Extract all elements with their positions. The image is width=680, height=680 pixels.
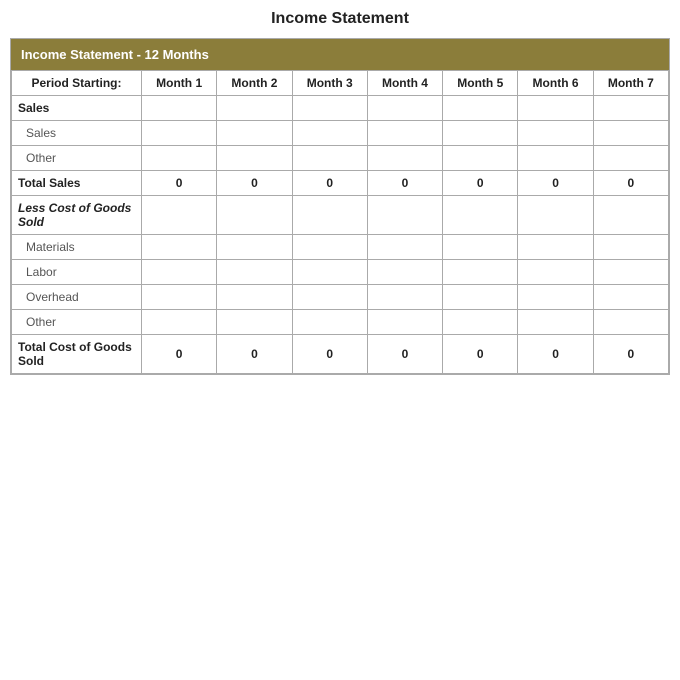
income-statement-container: Income Statement - 12 Months Period Star… [10,38,670,375]
other-sales-row-val-4 [367,146,442,171]
other-sales-row: Other [12,146,669,171]
sales-row-val-7 [593,121,668,146]
labor-row: Labor [12,260,669,285]
labor-row-val-6 [518,260,593,285]
statement-header: Income Statement - 12 Months [11,39,669,70]
labor-row-val-1 [142,260,217,285]
col-month-6: Month 6 [518,71,593,96]
sales-header-val-6 [518,96,593,121]
other-cogs-row: Other [12,310,669,335]
sales-row-val-3 [292,121,367,146]
col-month-2: Month 2 [217,71,292,96]
total-sales-row-val-2: 0 [217,171,292,196]
other-cogs-row-val-2 [217,310,292,335]
other-sales-row-val-2 [217,146,292,171]
sales-header-val-2 [217,96,292,121]
other-sales-row-val-1 [142,146,217,171]
total-cogs-row-val-5: 0 [443,335,518,374]
materials-row-val-2 [217,235,292,260]
overhead-row-val-6 [518,285,593,310]
materials-row-val-6 [518,235,593,260]
labor-row-val-3 [292,260,367,285]
materials-row-val-7 [593,235,668,260]
total-sales-row-val-6: 0 [518,171,593,196]
other-cogs-row-val-4 [367,310,442,335]
materials-row-val-4 [367,235,442,260]
sales-header: Sales [12,96,669,121]
total-cogs-row-val-6: 0 [518,335,593,374]
total-cogs-row: Total Cost of Goods Sold0000000 [12,335,669,374]
other-cogs-row-val-7 [593,310,668,335]
cogs-header: Less Cost of Goods Sold [12,196,669,235]
other-cogs-row-val-1 [142,310,217,335]
total-sales-row: Total Sales0000000 [12,171,669,196]
total-sales-row-val-1: 0 [142,171,217,196]
labor-row-val-2 [217,260,292,285]
col-month-4: Month 4 [367,71,442,96]
sales-header-val-3 [292,96,367,121]
other-sales-row-val-6 [518,146,593,171]
statement-header-label: Income Statement - 12 Months [21,47,209,62]
other-sales-row-val-7 [593,146,668,171]
cogs-header-val-3 [292,196,367,235]
overhead-row-val-2 [217,285,292,310]
cogs-header-val-6 [518,196,593,235]
overhead-row-val-7 [593,285,668,310]
sales-row: Sales [12,121,669,146]
total-sales-row-val-5: 0 [443,171,518,196]
col-month-7: Month 7 [593,71,668,96]
labor-row-val-4 [367,260,442,285]
sales-row-val-2 [217,121,292,146]
labor-row-val-5 [443,260,518,285]
labor-row-val-7 [593,260,668,285]
total-sales-row-val-4: 0 [367,171,442,196]
total-cogs-row-val-2: 0 [217,335,292,374]
cogs-header-val-7 [593,196,668,235]
sales-row-val-1 [142,121,217,146]
cogs-header-val-4 [367,196,442,235]
sales-row-val-4 [367,121,442,146]
overhead-row-val-1 [142,285,217,310]
cogs-header-val-5 [443,196,518,235]
sales-row-val-6 [518,121,593,146]
sales-header-val-7 [593,96,668,121]
sales-header-val-1 [142,96,217,121]
overhead-row-val-5 [443,285,518,310]
sales-header-val-4 [367,96,442,121]
page-title: Income Statement [10,10,670,28]
col-month-1: Month 1 [142,71,217,96]
materials-row-val-3 [292,235,367,260]
overhead-row-val-3 [292,285,367,310]
materials-row-val-1 [142,235,217,260]
total-cogs-row-val-1: 0 [142,335,217,374]
overhead-row: Overhead [12,285,669,310]
sales-row-val-5 [443,121,518,146]
total-cogs-row-val-3: 0 [292,335,367,374]
overhead-row-val-4 [367,285,442,310]
total-cogs-row-val-4: 0 [367,335,442,374]
col-month-3: Month 3 [292,71,367,96]
column-header-row: Period Starting: Month 1 Month 2 Month 3… [12,71,669,96]
materials-row: Materials [12,235,669,260]
cogs-header-val-2 [217,196,292,235]
cogs-header-val-1 [142,196,217,235]
other-sales-row-val-3 [292,146,367,171]
total-sales-row-val-7: 0 [593,171,668,196]
period-label: Period Starting: [12,71,142,96]
income-table: Period Starting: Month 1 Month 2 Month 3… [11,70,669,374]
sales-header-val-5 [443,96,518,121]
other-sales-row-val-5 [443,146,518,171]
other-cogs-row-val-6 [518,310,593,335]
total-sales-row-val-3: 0 [292,171,367,196]
other-cogs-row-val-5 [443,310,518,335]
materials-row-val-5 [443,235,518,260]
total-cogs-row-val-7: 0 [593,335,668,374]
col-month-5: Month 5 [443,71,518,96]
other-cogs-row-val-3 [292,310,367,335]
